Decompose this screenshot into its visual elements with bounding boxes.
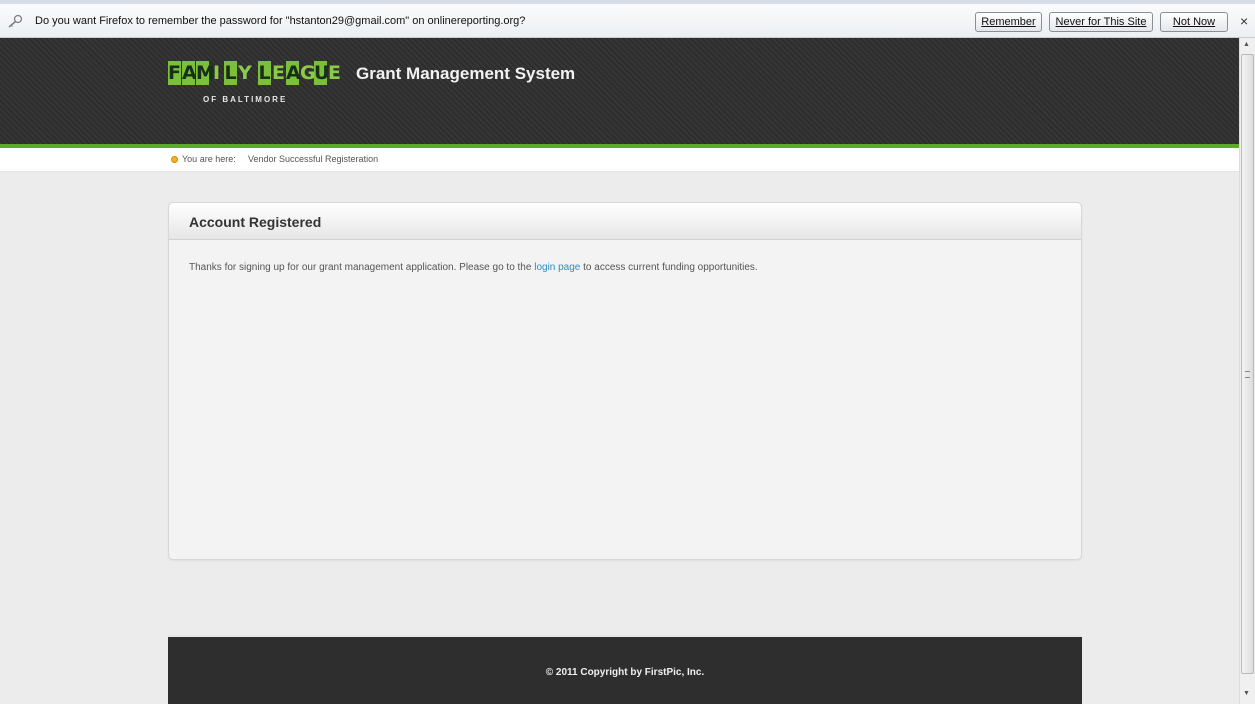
logo-letter: U: [314, 61, 330, 85]
breadcrumb-current: Vendor Successful Registeration: [248, 154, 379, 164]
breadcrumb-dot-icon: [171, 156, 178, 163]
logo-letter: M: [196, 61, 215, 85]
scroll-up-icon[interactable]: ▲: [1243, 41, 1250, 48]
logo-letter: A: [286, 61, 301, 85]
logo-letter: E: [272, 62, 285, 84]
scroll-down-icon[interactable]: ▼: [1243, 690, 1250, 697]
message-text-after: to access current funding opportunities.: [580, 262, 758, 273]
never-for-this-site-button[interactable]: Never for This Site: [1049, 12, 1153, 32]
logo-letter: Y: [238, 62, 252, 84]
remember-button[interactable]: Remember: [975, 12, 1042, 32]
not-now-button[interactable]: Not Now: [1160, 12, 1228, 32]
logo-letter: L: [224, 61, 237, 85]
key-icon: [8, 14, 23, 28]
logo-letter: A: [182, 61, 197, 85]
notification-message: Do you want Firefox to remember the pass…: [35, 15, 526, 27]
logo-letter: G: [300, 62, 316, 84]
site-header: [0, 38, 1239, 144]
scrollbar-grip: [1245, 371, 1250, 378]
scrollbar-thumb[interactable]: [1241, 54, 1254, 674]
panel-header: Account Registered: [169, 203, 1081, 240]
family-league-logo[interactable]: F A M I L Y L E A G U E: [168, 61, 342, 87]
close-icon[interactable]: ×: [1240, 13, 1248, 29]
site-footer: © 2011 Copyright by FirstPic, Inc.: [168, 635, 1082, 704]
copyright-text: © 2011 Copyright by FirstPic, Inc.: [545, 667, 705, 678]
logo-subtitle: OF BALTIMORE: [203, 95, 288, 104]
registration-message: Thanks for signing up for our grant mana…: [189, 262, 758, 273]
logo-letter: I: [212, 62, 221, 84]
logo-letter: E: [328, 62, 341, 84]
logo-letter: F: [168, 61, 181, 85]
vertical-scrollbar[interactable]: ▲ ▼: [1239, 38, 1255, 704]
message-text-before: Thanks for signing up for our grant mana…: [189, 262, 535, 273]
password-notification-bar: Do you want Firefox to remember the pass…: [0, 0, 1255, 38]
panel-title: Account Registered: [189, 214, 322, 230]
breadcrumb-label: You are here:: [182, 154, 236, 164]
logo-letter: L: [258, 61, 271, 85]
login-page-link[interactable]: login page: [534, 262, 580, 273]
app-title: Grant Management System: [356, 64, 576, 83]
content-panel: Account Registered Thanks for signing up…: [168, 202, 1082, 560]
